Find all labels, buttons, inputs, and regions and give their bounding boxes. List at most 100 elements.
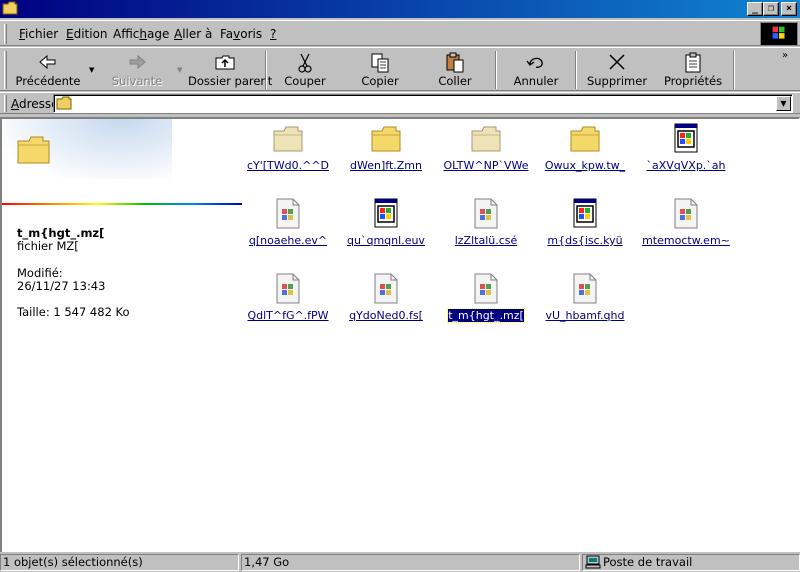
file-name: t_m{hgt_.mz[ bbox=[447, 308, 525, 323]
file-item[interactable]: cY'[TWd0.^^D bbox=[240, 119, 336, 181]
undo-button[interactable]: Annuler bbox=[506, 50, 566, 90]
toolbar-separator bbox=[495, 51, 497, 89]
application-icon bbox=[569, 198, 601, 230]
file-item[interactable]: q[noaehe.ev^ bbox=[240, 194, 336, 256]
copy-icon bbox=[371, 53, 389, 73]
address-input[interactable]: ▼ bbox=[53, 94, 793, 113]
restore-button[interactable]: ❐ bbox=[763, 2, 779, 16]
menu-label: age bbox=[147, 27, 170, 41]
file-name: OLTW^NP`VWe bbox=[443, 159, 529, 172]
status-bar: 1 objet(s) sélectionné(s) 1,47 Go Poste … bbox=[0, 553, 800, 572]
menu-edition[interactable]: Edition bbox=[66, 27, 108, 41]
toolbar-separator bbox=[575, 51, 577, 89]
windows-logo-icon bbox=[760, 22, 798, 46]
toolbar-overflow-icon[interactable]: » bbox=[782, 50, 788, 61]
selected-file-type: fichier MZ[ bbox=[17, 239, 79, 253]
file-item[interactable]: qYdoNed0.fs[ bbox=[338, 269, 434, 331]
menu-bar: Fichier Edition Affichage Aller à Favori… bbox=[0, 20, 800, 46]
menu-favoris[interactable]: Favoris bbox=[220, 27, 262, 41]
file-item[interactable]: vU_hbamf.qhd bbox=[537, 269, 633, 331]
selected-file-name: t_m{hgt_.mz[ bbox=[17, 226, 105, 240]
menu-label: ? bbox=[270, 27, 277, 41]
menu-label: Affic bbox=[113, 27, 140, 41]
menu-label: ller à bbox=[182, 27, 213, 41]
file-icon bbox=[569, 273, 601, 305]
file-item[interactable]: lzZltalü.csé bbox=[438, 194, 534, 256]
cut-button[interactable]: Couper bbox=[275, 50, 335, 90]
file-item[interactable]: mtemoctw.em~ bbox=[638, 194, 734, 256]
menu-help[interactable]: ? bbox=[270, 27, 276, 41]
menu-label: ichier bbox=[25, 27, 59, 41]
folder-icon bbox=[56, 96, 72, 110]
file-item-label: cY'[TWd0.^^D bbox=[240, 159, 336, 172]
file-item-label: qYdoNed0.fs[ bbox=[338, 309, 434, 322]
file-item-label: dWen]ft.Zmn bbox=[338, 159, 434, 172]
parent-folder-button[interactable]: Dossier parent bbox=[188, 50, 272, 90]
file-icon bbox=[272, 273, 304, 305]
properties-label: Propriétés bbox=[663, 74, 723, 88]
menu-aller-a[interactable]: Aller à bbox=[174, 27, 212, 41]
minimize-button[interactable]: _ bbox=[747, 2, 763, 16]
file-name: Owux_kpw.tw_ bbox=[544, 159, 626, 172]
file-item[interactable]: qu`qmqnl.euv bbox=[338, 194, 434, 256]
file-name: `aXVqVXp.`ah bbox=[646, 159, 726, 172]
title-bar: _ ❐ × bbox=[0, 0, 800, 18]
toolbar-grip[interactable] bbox=[4, 51, 7, 89]
file-item-label: QdlT^fG^.fPW bbox=[240, 309, 336, 322]
file-item[interactable]: OLTW^NP`VWe bbox=[438, 119, 534, 181]
menu-label: A bbox=[174, 27, 183, 41]
file-icon bbox=[370, 273, 402, 305]
toolbar-separator bbox=[265, 51, 267, 89]
file-name: dWen]ft.Zmn bbox=[350, 159, 422, 172]
file-item[interactable]: dWen]ft.Zmn bbox=[338, 119, 434, 181]
file-name: q[noaehe.ev^ bbox=[248, 234, 328, 247]
folder-icon bbox=[370, 123, 402, 155]
file-icon bbox=[470, 273, 502, 305]
back-button[interactable]: Précédente bbox=[10, 50, 86, 90]
close-button[interactable]: × bbox=[781, 2, 797, 16]
scissors-icon bbox=[298, 53, 312, 73]
status-zone-label: Poste de travail bbox=[603, 555, 693, 569]
file-item-label: t_m{hgt_.mz[ bbox=[438, 308, 534, 323]
application-icon bbox=[370, 198, 402, 230]
address-bar: Adresse ▼ bbox=[0, 92, 800, 114]
file-item[interactable]: m{ds{isc.kyü bbox=[537, 194, 633, 256]
file-name: qu`qmqnl.euv bbox=[347, 234, 425, 247]
paste-icon bbox=[446, 52, 464, 73]
properties-button[interactable]: Propriétés bbox=[660, 50, 726, 90]
properties-icon bbox=[685, 52, 701, 73]
status-selection: 1 objet(s) sélectionné(s) bbox=[0, 554, 239, 571]
menu-fichier[interactable]: Fichier bbox=[19, 27, 58, 41]
file-icon bbox=[670, 198, 702, 230]
forward-label: Suivante bbox=[111, 74, 163, 88]
back-dropdown-icon[interactable]: ▼ bbox=[89, 66, 94, 74]
file-item[interactable]: t_m{hgt_.mz[ bbox=[438, 269, 534, 331]
address-dropdown-button[interactable]: ▼ bbox=[776, 96, 791, 111]
file-item-label: `aXVqVXp.`ah bbox=[638, 159, 734, 172]
undo-label: Annuler bbox=[513, 74, 559, 88]
file-name: lzZltalü.csé bbox=[454, 234, 518, 247]
parent-folder-icon bbox=[215, 55, 235, 70]
file-item-label: qu`qmqnl.euv bbox=[338, 234, 434, 247]
file-item[interactable]: Owux_kpw.tw_ bbox=[537, 119, 633, 181]
address-grip[interactable] bbox=[4, 95, 7, 112]
menu-affichage[interactable]: Affichage bbox=[113, 27, 169, 41]
undo-icon bbox=[526, 57, 543, 68]
paste-button[interactable]: Coller bbox=[425, 50, 485, 90]
forward-dropdown-icon[interactable]: ▼ bbox=[177, 66, 182, 74]
file-name: QdlT^fG^.fPW bbox=[247, 309, 329, 322]
menu-grip[interactable] bbox=[4, 24, 7, 44]
forward-button[interactable]: Suivante bbox=[102, 50, 172, 90]
file-item[interactable]: QdlT^fG^.fPW bbox=[240, 269, 336, 331]
address-label: Adresse bbox=[11, 97, 59, 111]
paste-label: Coller bbox=[438, 74, 472, 88]
file-name: vU_hbamf.qhd bbox=[545, 309, 625, 322]
delete-label: Supprimer bbox=[586, 74, 648, 88]
delete-button[interactable]: Supprimer bbox=[582, 50, 652, 90]
copy-button[interactable]: Copier bbox=[350, 50, 410, 90]
application-icon bbox=[670, 123, 702, 155]
file-item[interactable]: `aXVqVXp.`ah bbox=[638, 119, 734, 181]
modified-value: 26/11/27 13:43 bbox=[17, 279, 106, 293]
back-label: Précédente bbox=[15, 74, 81, 88]
forward-arrow-icon bbox=[129, 54, 146, 70]
